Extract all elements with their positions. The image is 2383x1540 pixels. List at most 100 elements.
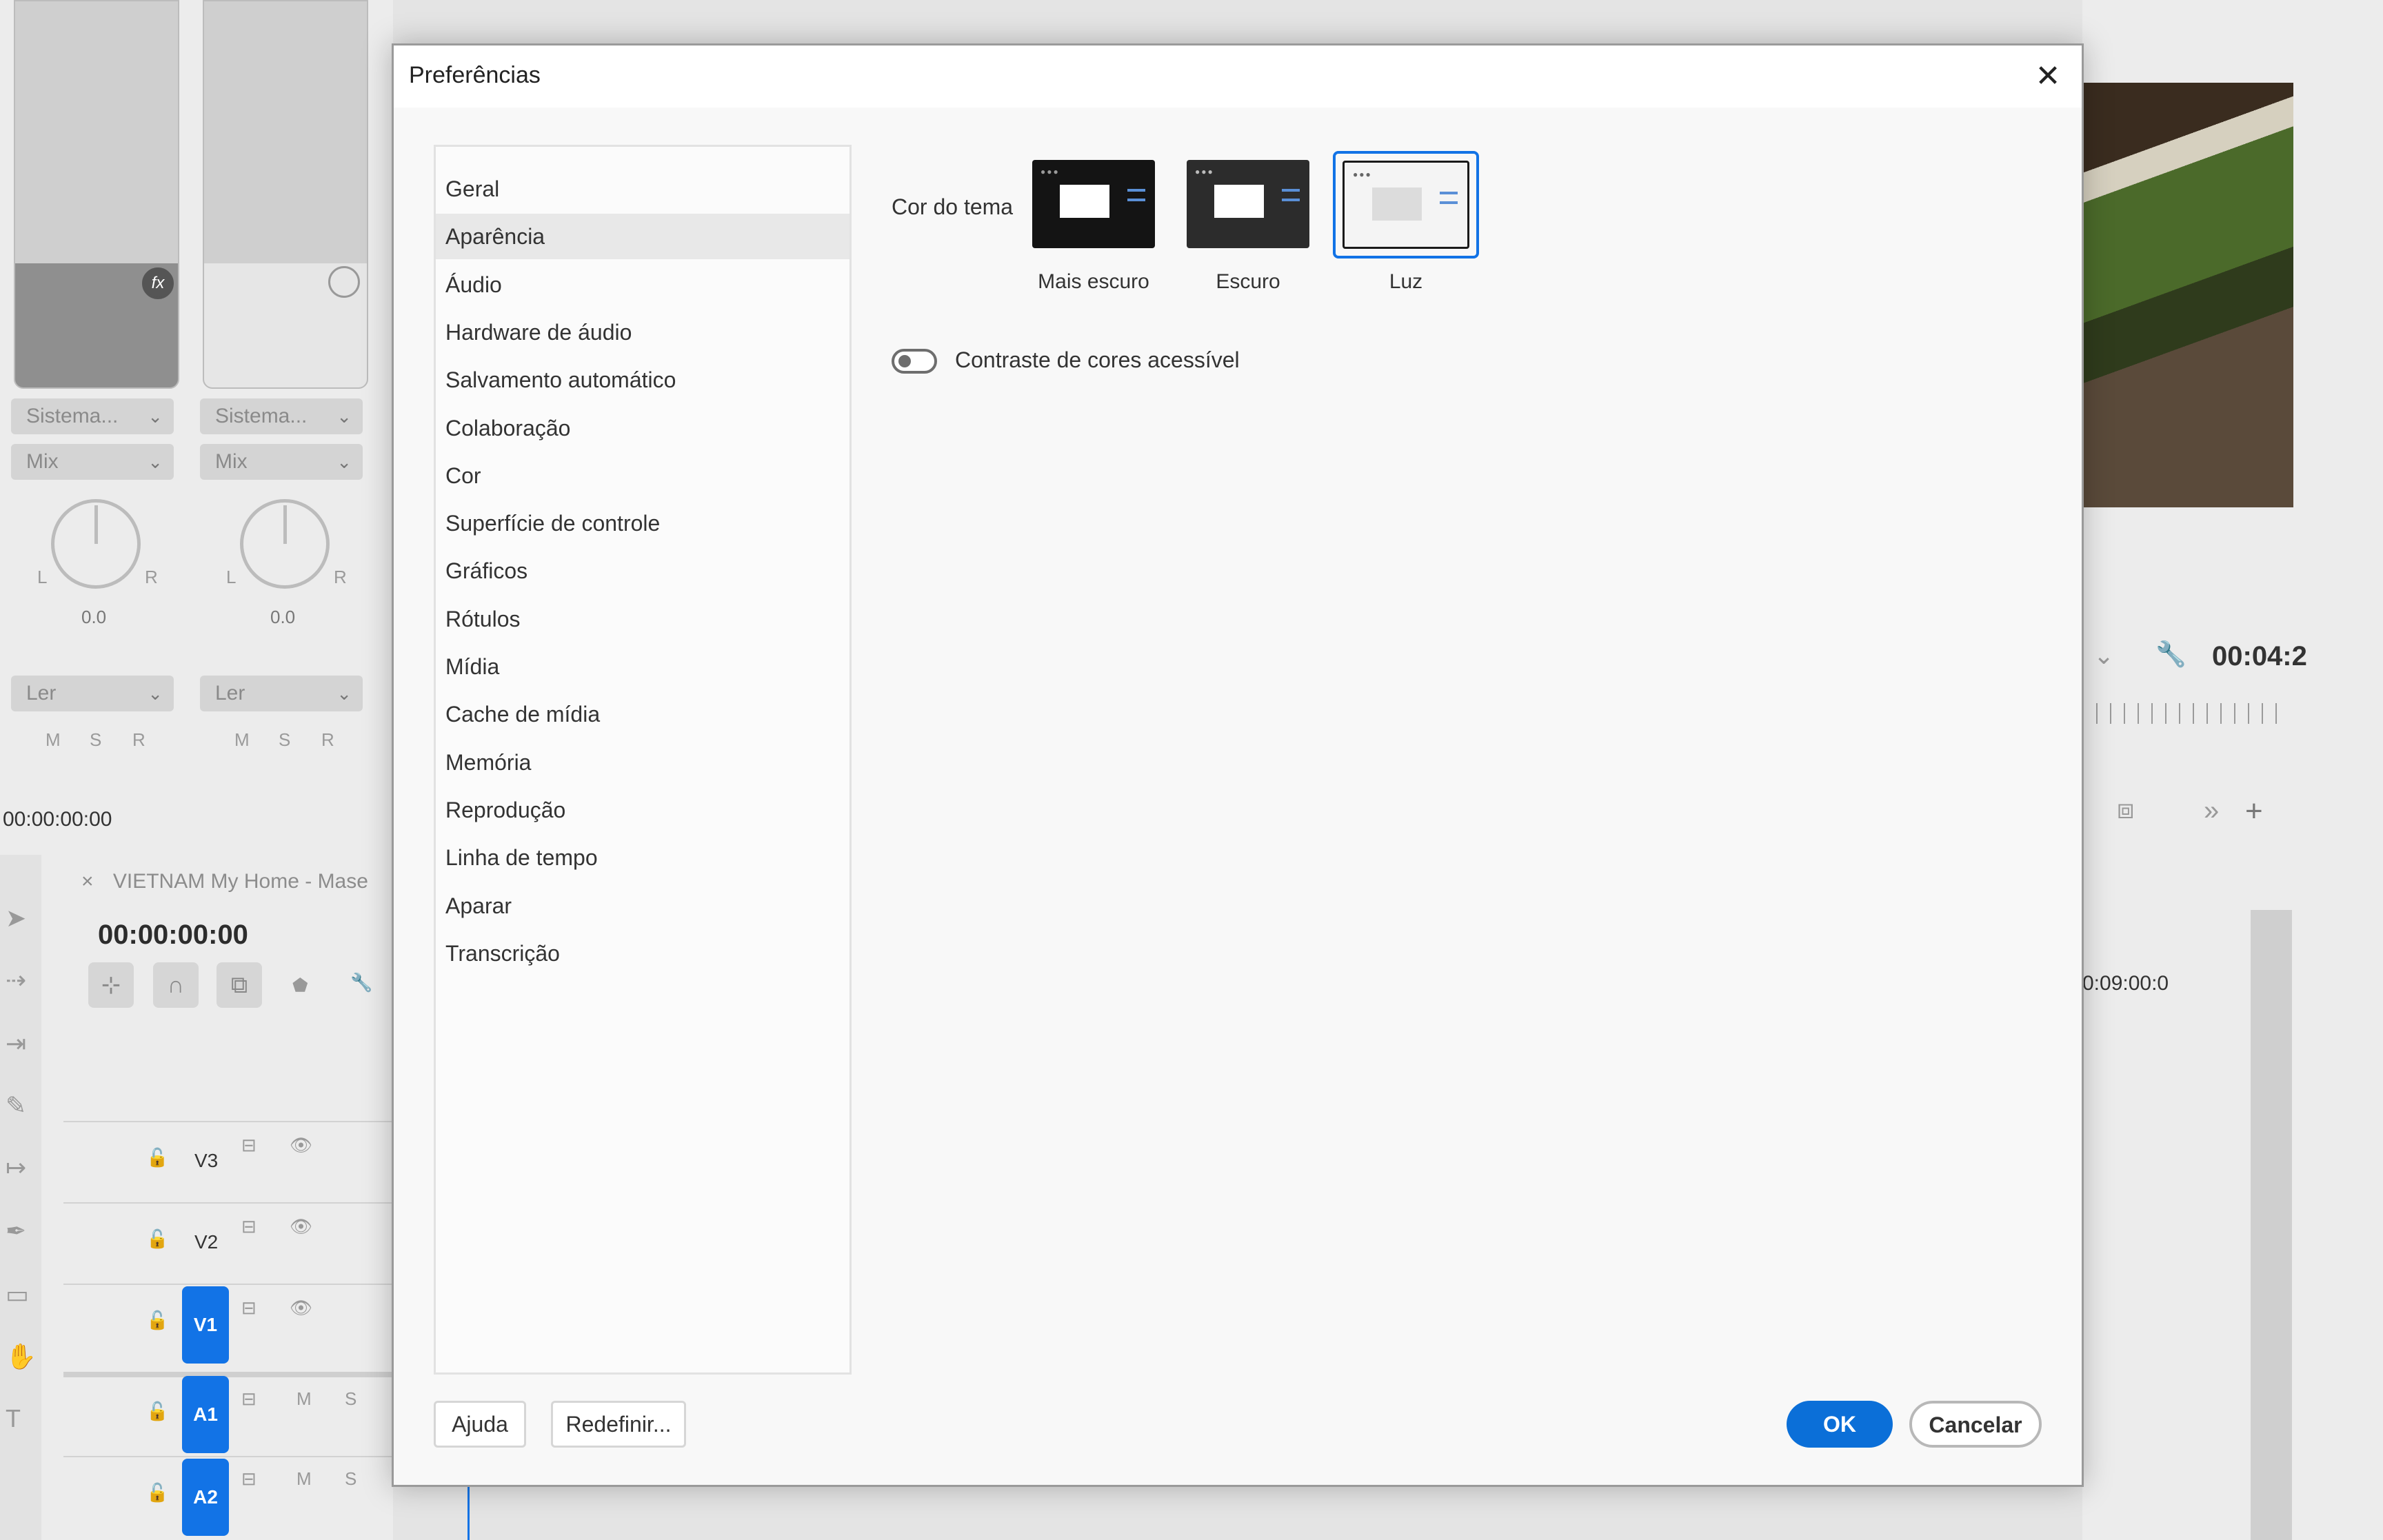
- nav-item[interactable]: Superfície de controle: [436, 500, 849, 546]
- mixer-timecode: 00:00:00:00: [3, 808, 112, 831]
- pan-knob[interactable]: [240, 499, 330, 589]
- chevron-down-icon[interactable]: ⌄: [2093, 641, 2114, 670]
- fader-strip[interactable]: [14, 0, 179, 389]
- nav-item[interactable]: Transcrição: [436, 931, 849, 976]
- theme-darkest-thumbnail[interactable]: ●●●: [1032, 160, 1155, 248]
- mute-button[interactable]: M: [296, 1468, 312, 1490]
- record-button[interactable]: R: [321, 729, 334, 751]
- sync-lock-icon[interactable]: ⊟: [241, 1297, 257, 1319]
- eye-icon[interactable]: 👁: [290, 1297, 312, 1319]
- more-controls-icon[interactable]: »: [2204, 796, 2219, 827]
- chevron-down-icon: ⌄: [336, 683, 352, 704]
- output-select-value: Sistema...: [26, 405, 119, 427]
- window-dots-icon: ●●●: [1353, 170, 1372, 179]
- lock-icon[interactable]: 🔓: [146, 1482, 168, 1503]
- timeline-timecode[interactable]: 00:00:00:00: [98, 920, 248, 951]
- program-timecode[interactable]: 00:04:2: [2212, 641, 2307, 672]
- mode-select[interactable]: Mix ⌄: [11, 444, 174, 480]
- nav-item[interactable]: Aparar: [436, 883, 849, 929]
- accessible-contrast-label: Contraste de cores acessível: [955, 347, 1240, 372]
- solo-button[interactable]: S: [279, 729, 290, 751]
- pan-value: 0.0: [270, 607, 296, 627]
- fx-icon[interactable]: fx: [142, 267, 174, 299]
- hand-tool-icon[interactable]: ✋: [6, 1344, 37, 1369]
- wrench-icon[interactable]: 🔧: [2155, 640, 2186, 669]
- nav-item[interactable]: Gráficos: [436, 548, 849, 594]
- close-icon[interactable]: ✕: [2028, 57, 2068, 97]
- solo-button[interactable]: S: [345, 1388, 356, 1410]
- type-tool-icon[interactable]: T: [6, 1406, 30, 1431]
- ok-button[interactable]: OK: [1787, 1401, 1893, 1448]
- nav-item[interactable]: Aparência: [436, 214, 849, 260]
- solo-button[interactable]: S: [90, 729, 101, 751]
- lock-icon[interactable]: 🔓: [146, 1310, 168, 1331]
- reset-button[interactable]: Redefinir...: [551, 1401, 686, 1448]
- nav-item[interactable]: Linha de tempo: [436, 835, 849, 880]
- preferences-nav-list: Geral Aparência Áudio Hardware de áudio Salv…: [434, 145, 852, 1375]
- sync-lock-icon[interactable]: ⊟: [241, 1216, 257, 1237]
- rectangle-tool-icon[interactable]: ▭: [6, 1282, 30, 1307]
- cancel-button[interactable]: Cancelar: [1909, 1401, 2042, 1448]
- mode-select[interactable]: Mix ⌄: [200, 444, 363, 480]
- theme-dark-label: Escuro: [1216, 270, 1280, 293]
- nav-item[interactable]: Reprodução: [436, 787, 849, 833]
- pan-left-label: L: [37, 567, 48, 587]
- pan-knob[interactable]: [51, 499, 141, 589]
- slip-tool-icon[interactable]: ↦: [6, 1155, 30, 1180]
- track-target-a2[interactable]: A2: [182, 1459, 229, 1536]
- output-select[interactable]: Sistema... ⌄: [200, 398, 363, 434]
- nav-item[interactable]: Salvamento automático: [436, 357, 849, 403]
- eye-icon[interactable]: 👁: [290, 1216, 312, 1237]
- sync-lock-icon[interactable]: ⊟: [241, 1135, 257, 1156]
- linked-selection-icon[interactable]: ⧉: [217, 962, 262, 1008]
- output-select[interactable]: Sistema... ⌄: [11, 398, 174, 434]
- theme-color-label: Cor do tema: [892, 194, 1014, 219]
- selection-tool-icon[interactable]: ➤: [6, 906, 30, 931]
- nav-item[interactable]: Cache de mídia: [436, 691, 849, 737]
- lock-icon[interactable]: 🔓: [146, 1147, 168, 1168]
- track-target-v1[interactable]: V1: [182, 1286, 229, 1364]
- solo-button[interactable]: S: [345, 1468, 356, 1490]
- automation-select[interactable]: Ler ⌄: [200, 676, 363, 711]
- fader-strip[interactable]: [203, 0, 368, 389]
- track-select-tool-icon[interactable]: ⇢: [6, 968, 30, 993]
- export-frame-icon[interactable]: ⧈: [2117, 794, 2134, 825]
- nav-item[interactable]: Geral: [436, 166, 849, 212]
- nav-item[interactable]: Mídia: [436, 644, 849, 689]
- add-button-icon[interactable]: +: [2245, 794, 2263, 829]
- fx-empty-icon[interactable]: [328, 266, 360, 298]
- help-button[interactable]: Ajuda: [434, 1401, 526, 1448]
- nav-item[interactable]: Hardware de áudio: [436, 310, 849, 355]
- mute-button[interactable]: M: [46, 729, 61, 751]
- sync-lock-icon[interactable]: ⊟: [241, 1468, 257, 1490]
- nav-item[interactable]: Rótulos: [436, 596, 849, 642]
- nav-item[interactable]: Áudio: [436, 262, 849, 307]
- ripple-edit-tool-icon[interactable]: ⇥: [6, 1031, 30, 1056]
- automation-select[interactable]: Ler ⌄: [11, 676, 174, 711]
- nav-item[interactable]: Cor: [436, 453, 849, 498]
- nav-item[interactable]: Colaboração: [436, 405, 849, 451]
- insert-sequence-icon[interactable]: ⊹: [88, 962, 134, 1008]
- eye-icon[interactable]: 👁: [290, 1135, 312, 1156]
- program-ruler[interactable]: [2082, 703, 2289, 724]
- theme-light-thumbnail[interactable]: ●●●: [1343, 161, 1469, 249]
- razor-tool-icon[interactable]: ✎: [6, 1093, 30, 1118]
- add-marker-icon[interactable]: ⬟: [292, 975, 308, 996]
- close-icon[interactable]: ×: [81, 870, 94, 893]
- wrench-icon[interactable]: 🔧: [350, 972, 372, 993]
- dialog-titlebar[interactable]: Preferências ✕: [394, 45, 2082, 108]
- snap-magnet-icon[interactable]: ∩: [153, 962, 199, 1008]
- mute-button[interactable]: M: [234, 729, 250, 751]
- record-button[interactable]: R: [132, 729, 145, 751]
- mute-button[interactable]: M: [296, 1388, 312, 1410]
- tools-panel: ➤ ⇢ ⇥ ✎ ↦ ✒ ▭ ✋ T: [0, 855, 41, 1540]
- sync-lock-icon[interactable]: ⊟: [241, 1388, 257, 1410]
- timeline-tab[interactable]: × VIETNAM My Home - Mase: [81, 870, 368, 893]
- nav-item[interactable]: Memória: [436, 740, 849, 785]
- pen-tool-icon[interactable]: ✒: [6, 1219, 30, 1244]
- lock-icon[interactable]: 🔓: [146, 1228, 168, 1250]
- accessible-contrast-toggle[interactable]: [892, 349, 937, 374]
- lock-icon[interactable]: 🔓: [146, 1401, 168, 1422]
- theme-dark-thumbnail[interactable]: ●●●: [1187, 160, 1309, 248]
- track-target-a1[interactable]: A1: [182, 1376, 229, 1453]
